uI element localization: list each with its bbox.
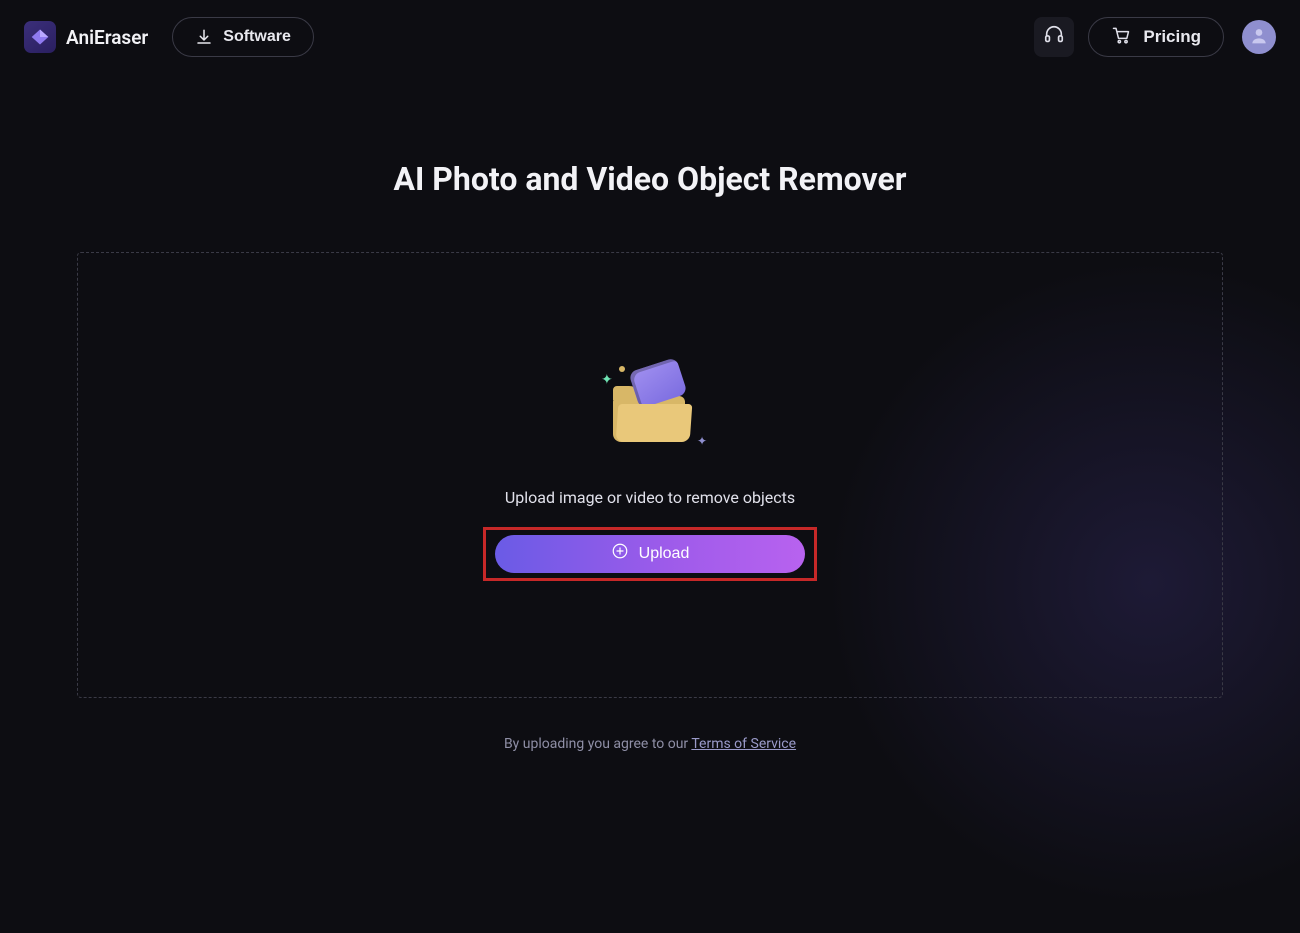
folder-illustration-icon: ✦ ✦ — [595, 370, 705, 446]
brand-logo-icon — [24, 21, 56, 53]
brand-name: AniEraser — [66, 26, 148, 49]
upload-instructions: Upload image or video to remove objects — [505, 488, 795, 507]
pricing-label: Pricing — [1143, 27, 1201, 47]
download-icon — [195, 28, 213, 46]
software-button[interactable]: Software — [172, 17, 314, 57]
upload-highlight: Upload — [483, 527, 817, 581]
main-content: AI Photo and Video Object Remover ✦ ✦ Up… — [0, 74, 1300, 752]
software-label: Software — [223, 28, 291, 46]
user-icon — [1249, 25, 1269, 49]
upload-dropzone[interactable]: ✦ ✦ Upload image or video to remove obje… — [77, 252, 1223, 698]
brand[interactable]: AniEraser — [24, 21, 148, 53]
upload-button[interactable]: Upload — [495, 535, 805, 573]
tos-link[interactable]: Terms of Service — [691, 736, 796, 752]
headset-icon — [1043, 24, 1065, 50]
app-header: AniEraser Software Pricing — [0, 0, 1300, 74]
upload-label: Upload — [639, 545, 690, 563]
pricing-button[interactable]: Pricing — [1088, 17, 1224, 57]
plus-circle-icon — [611, 542, 629, 565]
tos-text: By uploading you agree to our Terms of S… — [24, 736, 1276, 752]
cart-icon — [1111, 25, 1131, 50]
support-button[interactable] — [1034, 17, 1074, 57]
avatar[interactable] — [1242, 20, 1276, 54]
tos-prefix: By uploading you agree to our — [504, 736, 691, 752]
page-title: AI Photo and Video Object Remover — [24, 160, 1276, 198]
